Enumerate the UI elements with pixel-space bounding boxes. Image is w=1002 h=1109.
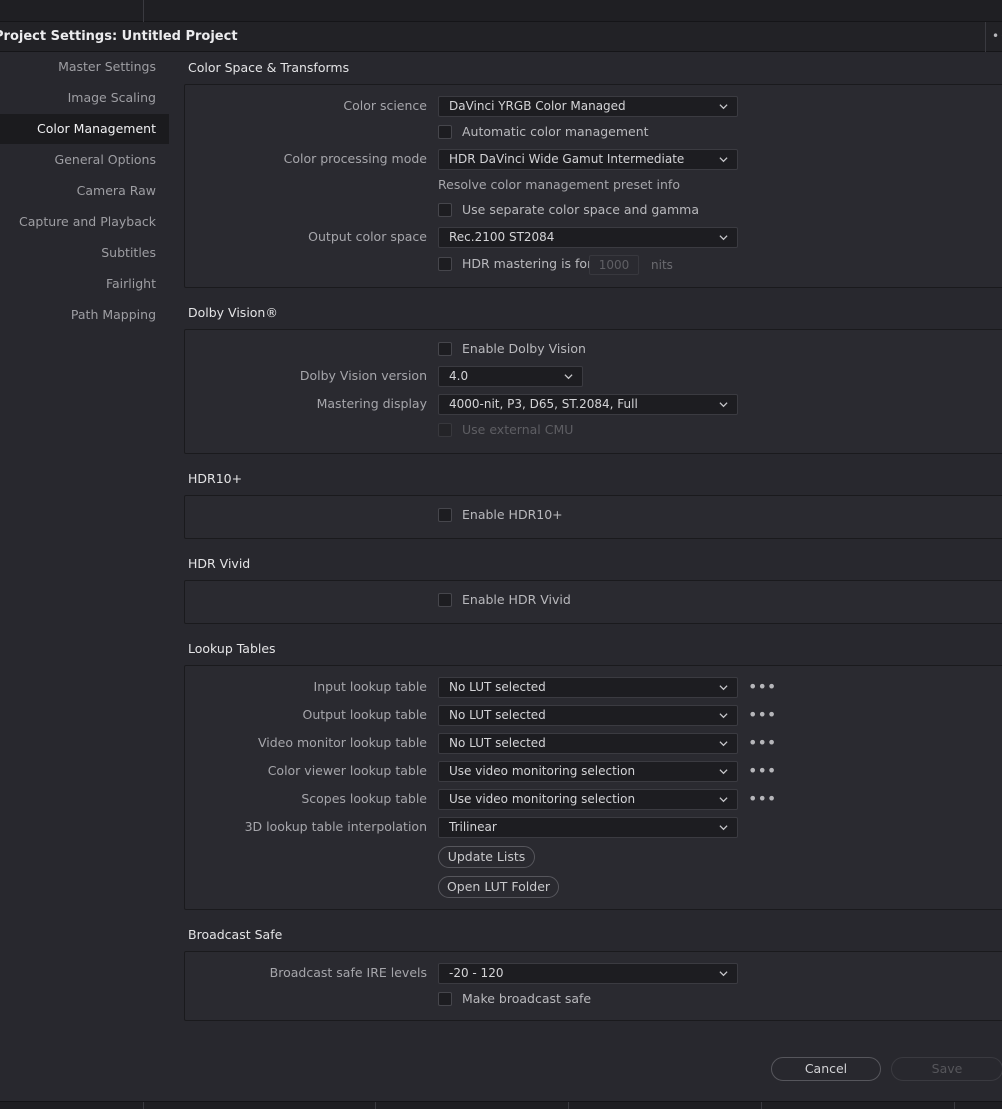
- section-title-hdr-vivid: HDR Vivid: [188, 556, 251, 571]
- color-viewer-lut-value: Use video monitoring selection: [449, 764, 636, 778]
- section-title-hdr10plus: HDR10+: [188, 471, 243, 486]
- hdr-mastering-label: HDR mastering is for: [462, 256, 593, 271]
- mastering-display-label: Mastering display: [316, 396, 427, 411]
- section-title-color-space: Color Space & Transforms: [188, 60, 350, 75]
- color-viewer-lut-select[interactable]: Use video monitoring selection: [438, 761, 738, 782]
- output-lut-label: Output lookup table: [302, 707, 427, 722]
- chevron-down-icon: [719, 769, 728, 775]
- update-lists-button[interactable]: Update Lists: [438, 846, 535, 868]
- color-science-select[interactable]: DaVinci YRGB Color Managed: [438, 96, 738, 117]
- section-title-lookup-tables: Lookup Tables: [188, 641, 276, 656]
- video-monitor-lut-select[interactable]: No LUT selected: [438, 733, 738, 754]
- make-broadcast-safe-label: Make broadcast safe: [462, 991, 592, 1006]
- chevron-down-icon: [719, 797, 728, 803]
- lut-interpolation-label: 3D lookup table interpolation: [244, 819, 427, 834]
- enable-dolby-vision-label: Enable Dolby Vision: [462, 341, 586, 356]
- scopes-lut-value: Use video monitoring selection: [449, 792, 636, 806]
- chevron-down-icon: [719, 104, 728, 110]
- save-button[interactable]: Save: [891, 1057, 1002, 1081]
- preset-info-text: Resolve color management preset info: [438, 177, 680, 192]
- lookup-tables-panel: [184, 665, 1002, 910]
- dolby-version-value: 4.0: [449, 369, 469, 383]
- section-title-broadcast-safe: Broadcast Safe: [188, 927, 283, 942]
- color-science-label: Color science: [343, 98, 427, 113]
- hdr-mastering-checkbox[interactable]: [438, 257, 452, 271]
- automatic-color-management-label: Automatic color management: [462, 124, 649, 139]
- output-lut-select[interactable]: No LUT selected: [438, 705, 738, 726]
- chevron-down-icon: [719, 825, 728, 831]
- open-lut-folder-button[interactable]: Open LUT Folder: [438, 876, 559, 898]
- chevron-down-icon: [719, 235, 728, 241]
- chevron-down-icon: [564, 374, 573, 380]
- output-lut-value: No LUT selected: [449, 708, 546, 722]
- scopes-lut-label: Scopes lookup table: [301, 791, 427, 806]
- color-viewer-lut-label: Color viewer lookup table: [267, 763, 427, 778]
- hdr-vivid-panel: [184, 580, 1002, 624]
- bottom-divider: [375, 1102, 376, 1109]
- mastering-display-select[interactable]: 4000-nit, P3, D65, ST.2084, Full: [438, 394, 738, 415]
- broadcast-ire-select[interactable]: -20 - 120: [438, 963, 738, 984]
- cancel-button[interactable]: Cancel: [771, 1057, 881, 1081]
- separate-color-space-checkbox[interactable]: [438, 203, 452, 217]
- output-color-space-value: Rec.2100 ST2084: [449, 230, 555, 244]
- bottom-divider: [954, 1102, 955, 1109]
- bottom-divider: [143, 1102, 144, 1109]
- enable-hdr-vivid-checkbox[interactable]: [438, 593, 452, 607]
- color-processing-mode-label: Color processing mode: [283, 151, 427, 166]
- bottom-divider: [761, 1102, 762, 1109]
- external-cmu-checkbox: [438, 423, 452, 437]
- video-monitor-lut-label: Video monitor lookup table: [258, 735, 427, 750]
- lut-interpolation-select[interactable]: Trilinear: [438, 817, 738, 838]
- chevron-down-icon: [719, 402, 728, 408]
- chevron-down-icon: [719, 741, 728, 747]
- broadcast-ire-value: -20 - 120: [449, 966, 504, 980]
- more-dots-icon[interactable]: •••: [748, 791, 776, 808]
- lut-interpolation-value: Trilinear: [449, 820, 497, 834]
- more-dots-icon[interactable]: •••: [748, 679, 776, 696]
- automatic-color-management-checkbox[interactable]: [438, 125, 452, 139]
- chevron-down-icon: [719, 157, 728, 163]
- chevron-down-icon: [719, 713, 728, 719]
- external-cmu-label: Use external CMU: [462, 422, 574, 437]
- video-monitor-lut-value: No LUT selected: [449, 736, 546, 750]
- chevron-down-icon: [719, 971, 728, 977]
- input-lut-label: Input lookup table: [313, 679, 427, 694]
- enable-hdr10plus-label: Enable HDR10+: [462, 507, 563, 522]
- color-processing-mode-select[interactable]: HDR DaVinci Wide Gamut Intermediate: [438, 149, 738, 170]
- color-science-value: DaVinci YRGB Color Managed: [449, 99, 626, 113]
- enable-hdr10plus-checkbox[interactable]: [438, 508, 452, 522]
- output-color-space-select[interactable]: Rec.2100 ST2084: [438, 227, 738, 248]
- dolby-version-select[interactable]: 4.0: [438, 366, 583, 387]
- nits-unit-label: nits: [651, 258, 673, 272]
- enable-hdr-vivid-label: Enable HDR Vivid: [462, 592, 571, 607]
- bottom-bar: [0, 1101, 1002, 1109]
- mastering-display-value: 4000-nit, P3, D65, ST.2084, Full: [449, 397, 638, 411]
- settings-main: Color Space & Transforms Color science D…: [0, 0, 1002, 1109]
- input-lut-select[interactable]: No LUT selected: [438, 677, 738, 698]
- chevron-down-icon: [719, 685, 728, 691]
- enable-dolby-vision-checkbox[interactable]: [438, 342, 452, 356]
- more-dots-icon[interactable]: •••: [748, 707, 776, 724]
- broadcast-ire-label: Broadcast safe IRE levels: [269, 965, 427, 980]
- output-color-space-label: Output color space: [308, 229, 427, 244]
- scopes-lut-select[interactable]: Use video monitoring selection: [438, 789, 738, 810]
- dolby-vision-panel: [184, 329, 1002, 454]
- bottom-divider: [568, 1102, 569, 1109]
- broadcast-safe-panel: [184, 951, 1002, 1021]
- dolby-version-label: Dolby Vision version: [299, 368, 427, 383]
- section-title-dolby-vision: Dolby Vision®: [188, 305, 278, 320]
- color-processing-mode-value: HDR DaVinci Wide Gamut Intermediate: [449, 152, 685, 166]
- hdr10plus-panel: [184, 495, 1002, 539]
- hdr-mastering-nits-field[interactable]: 1000: [589, 255, 639, 275]
- separate-color-space-label: Use separate color space and gamma: [462, 202, 699, 217]
- more-dots-icon[interactable]: •••: [748, 735, 776, 752]
- input-lut-value: No LUT selected: [449, 680, 546, 694]
- more-dots-icon[interactable]: •••: [748, 763, 776, 780]
- make-broadcast-safe-checkbox[interactable]: [438, 992, 452, 1006]
